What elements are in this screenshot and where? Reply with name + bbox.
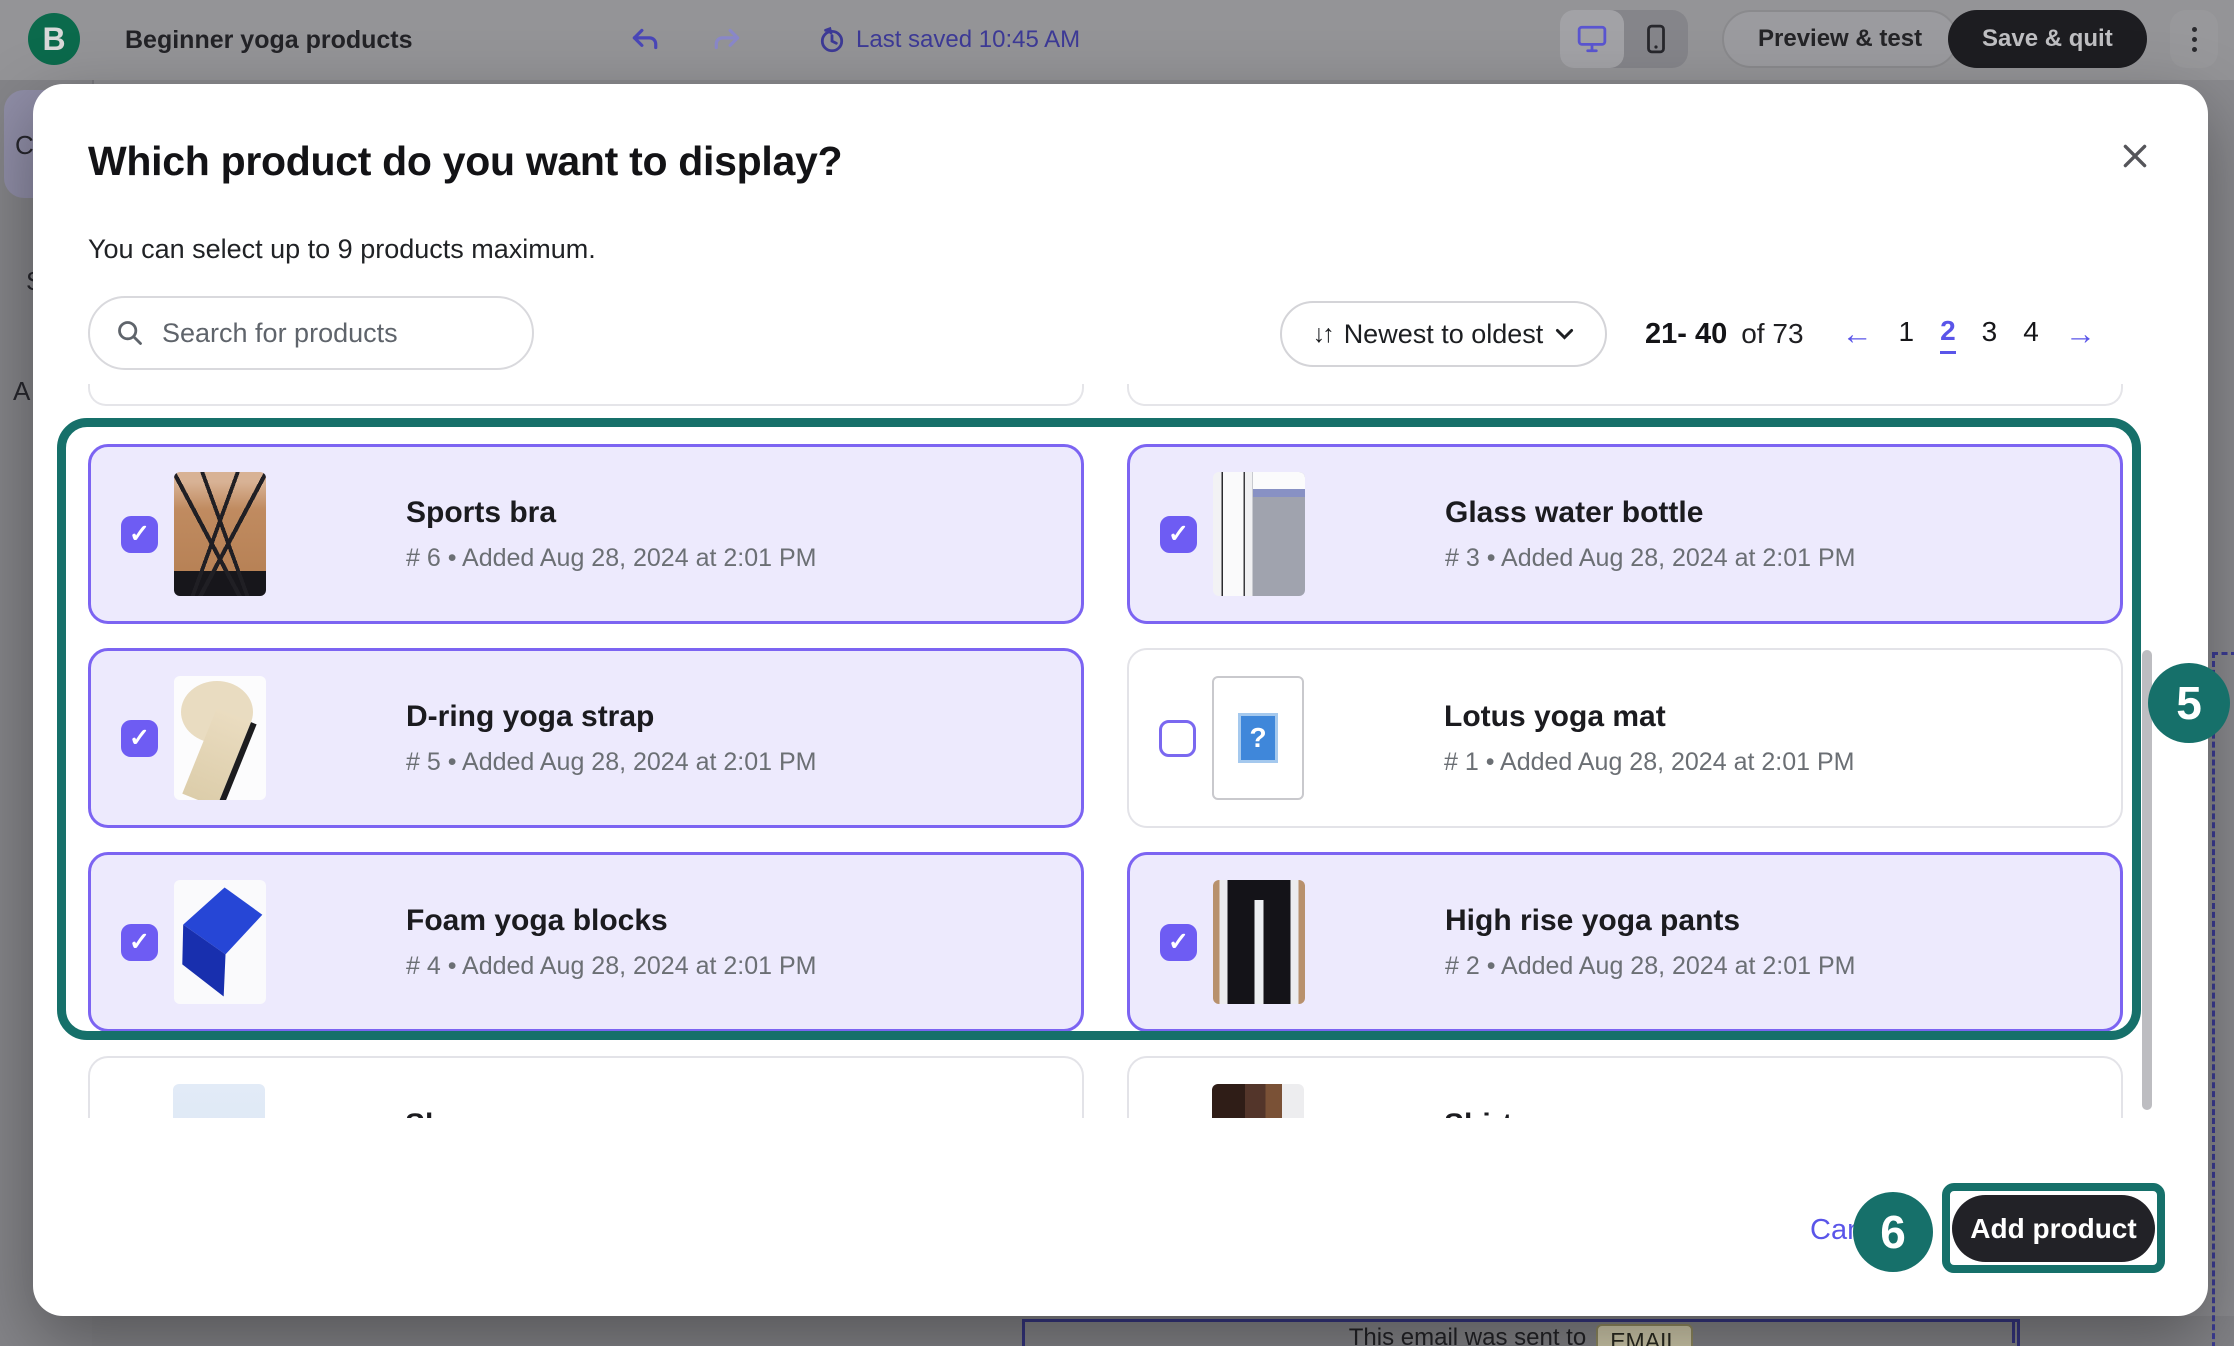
more-menu-button[interactable] (2170, 10, 2218, 68)
page-1[interactable]: 1 (1899, 316, 1915, 352)
undo-icon[interactable] (628, 24, 660, 56)
last-saved-label: Last saved 10:45 AM (856, 26, 1080, 54)
sort-dropdown[interactable]: ↓↑ Newest to oldest (1280, 301, 1607, 367)
pagination-total: of 73 (1741, 318, 1803, 350)
block-outline-divider (2012, 1319, 2015, 1343)
step-6-badge: 6 (1853, 1192, 1933, 1272)
app-logo[interactable]: B (28, 13, 80, 65)
topbar: B Beginner yoga products Last saved 10:4… (0, 0, 2234, 80)
search-icon (116, 319, 144, 347)
monitor-icon (1577, 25, 1607, 53)
email-variable-chip: EMAIL (1596, 1324, 1693, 1346)
sort-icon: ↓↑ (1313, 320, 1332, 349)
sidebar-tab-a[interactable]: A (13, 376, 30, 407)
step-annotation-rect-add-product (1942, 1183, 2165, 1273)
previous-row-edge (88, 384, 2123, 406)
modal-title: Which product do you want to display? (88, 138, 842, 185)
previous-page-arrow-icon[interactable]: ← (1842, 316, 1873, 352)
screen: B Beginner yoga products Last saved 10:4… (0, 0, 2234, 1346)
last-saved-status: Last saved 10:45 AM (818, 0, 1080, 80)
product-card[interactable]: Shoes (88, 1056, 1084, 1118)
next-page-arrow-icon[interactable]: → (2065, 316, 2096, 352)
email-footer-text: This email was sent to (1349, 1324, 1586, 1346)
device-toggle (1560, 10, 1688, 68)
product-title: Shoes (405, 1108, 495, 1119)
preview-test-button[interactable]: Preview & test (1722, 10, 1958, 68)
selection-outline (2212, 652, 2234, 1346)
history-clock-icon (818, 26, 846, 54)
redo-icon[interactable] (712, 24, 744, 56)
sidebar-tab-content[interactable]: C (15, 130, 34, 161)
email-footer-block: This email was sent to EMAIL (1022, 1319, 2020, 1346)
page-2[interactable]: 2 (1940, 315, 1956, 354)
product-image (1212, 1084, 1304, 1118)
phone-icon (1646, 24, 1666, 54)
logo-letter: B (42, 21, 65, 58)
search-box[interactable] (88, 296, 534, 370)
page-3[interactable]: 3 (1982, 316, 1998, 352)
product-title: Shirt (1444, 1108, 1512, 1119)
chevron-down-icon (1555, 328, 1574, 340)
close-icon[interactable] (2113, 134, 2157, 178)
document-title: Beginner yoga products (125, 0, 413, 80)
modal-subtitle: You can select up to 9 products maximum. (88, 234, 596, 265)
product-card[interactable]: Shirt (1127, 1056, 2123, 1118)
product-image (173, 1084, 265, 1118)
mobile-view-button[interactable] (1624, 10, 1688, 68)
save-quit-button[interactable]: Save & quit (1948, 10, 2147, 68)
search-input[interactable] (160, 317, 522, 350)
pagination-range: 21- 40 (1645, 318, 1727, 351)
pagination: 21- 40 of 73 ← 1 2 3 4 → (1645, 301, 2096, 367)
step-5-badge: 5 (2148, 663, 2230, 743)
page-4[interactable]: 4 (2023, 316, 2039, 352)
sort-label: Newest to oldest (1344, 319, 1544, 350)
desktop-view-button[interactable] (1560, 10, 1624, 68)
step-annotation-rect-products (57, 418, 2141, 1040)
